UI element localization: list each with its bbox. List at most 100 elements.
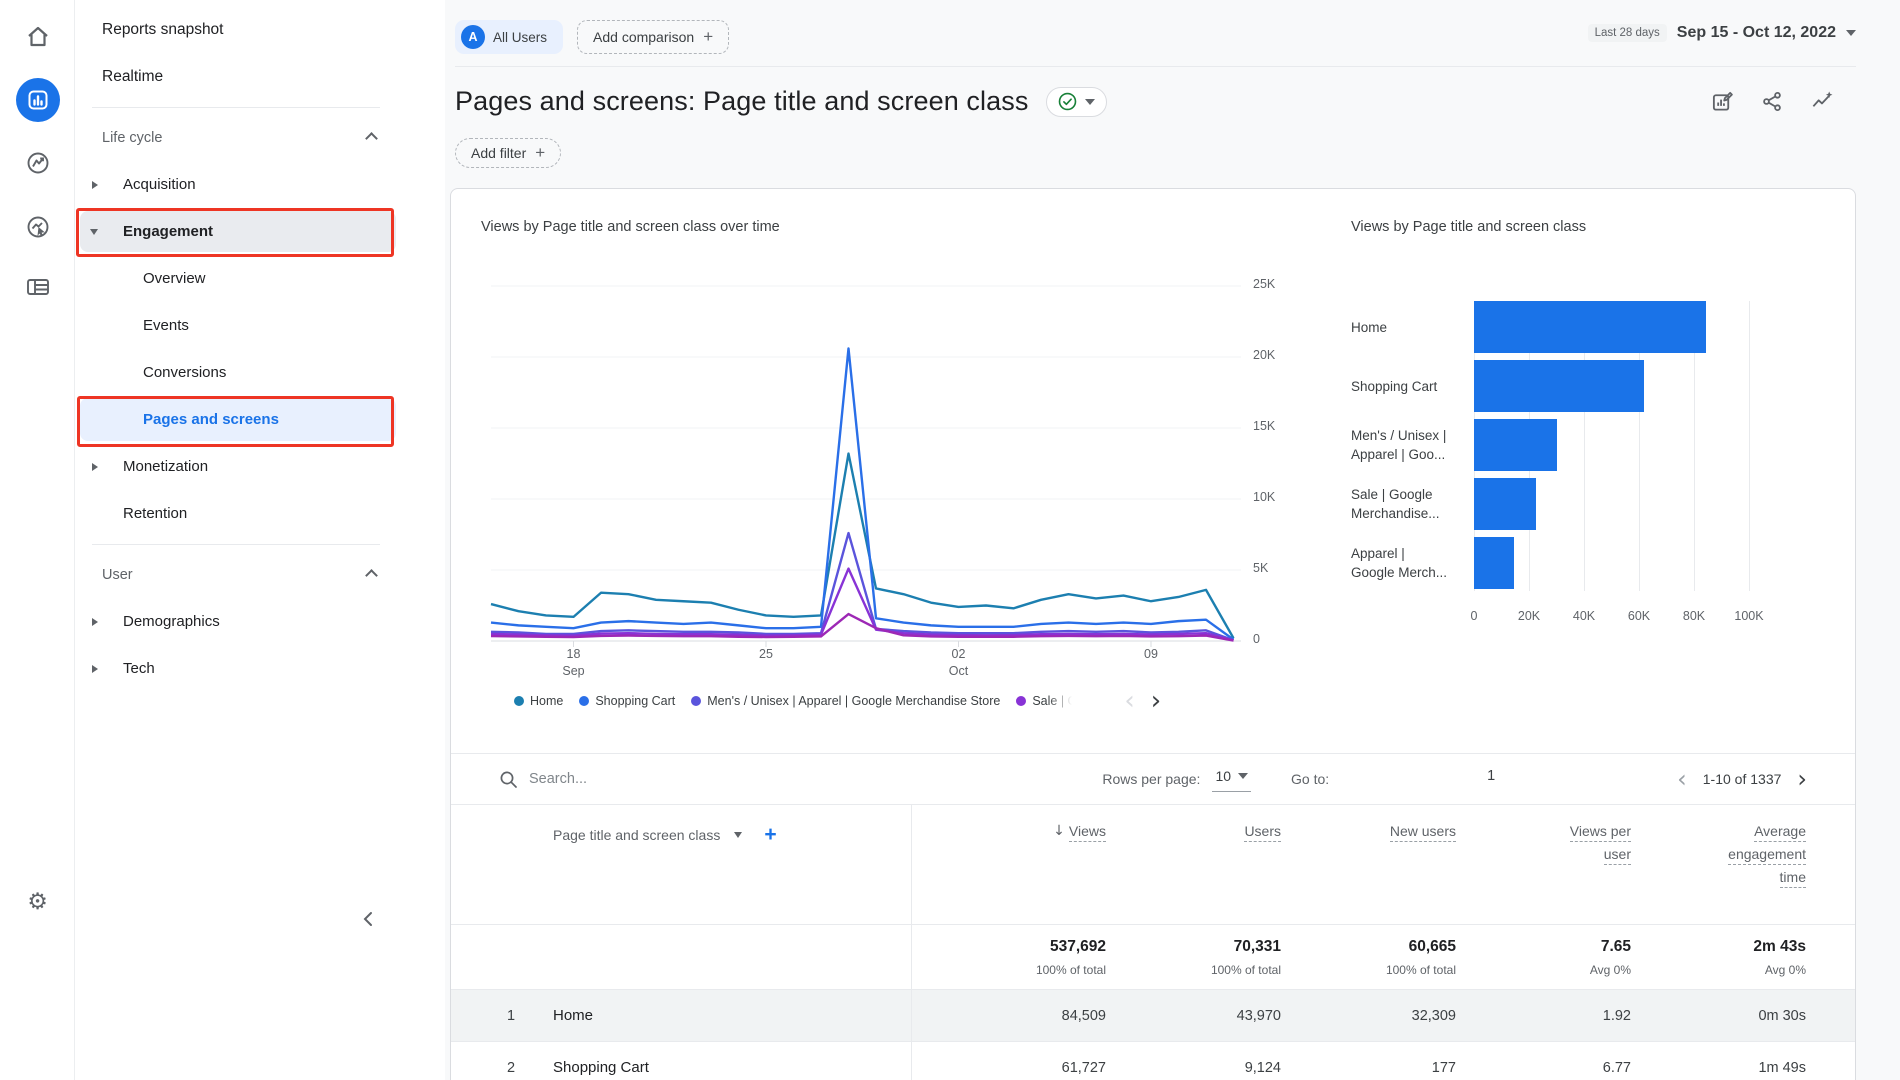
legend-item-sale-g: Sale | G: [1016, 694, 1072, 708]
dimension-header[interactable]: Page title and screen class+: [553, 823, 911, 847]
sidebar-item-label: Retention: [123, 505, 187, 522]
add-column-button[interactable]: +: [764, 823, 776, 847]
customize-report-icon[interactable]: [1711, 90, 1734, 113]
sidebar-item-tech[interactable]: Tech: [75, 645, 445, 692]
sidebar-item-reports-snapshot[interactable]: Reports snapshot: [75, 6, 445, 53]
x-axis-tick: 18Sep: [544, 646, 604, 680]
bar-x-axis-tick: 80K: [1672, 609, 1716, 623]
expand-right-icon: [92, 181, 98, 189]
row-name: Home: [553, 1007, 911, 1024]
home-icon[interactable]: [0, 24, 75, 50]
views-over-time-line-chart[interactable]: [471, 261, 1251, 661]
settings-gear-icon[interactable]: ⚙: [0, 889, 75, 915]
add-filter-button[interactable]: Add filter +: [455, 138, 561, 168]
line-series-men-s-unisex-apparel-google-merchandise-store: [491, 533, 1234, 640]
sidebar-item-engagement[interactable]: Engagement: [75, 208, 445, 255]
sidebar-item-pages-and-screens[interactable]: Pages and screens: [75, 396, 445, 443]
sidebar-item-label: Acquisition: [123, 176, 196, 193]
sidebar-item-label: Pages and screens: [143, 411, 279, 428]
all-users-segment-pill[interactable]: A All Users: [455, 20, 563, 54]
sidebar-item-overview[interactable]: Overview: [75, 255, 445, 302]
row-value: 32,309: [1281, 1008, 1456, 1024]
sidebar-item-label: Tech: [123, 660, 155, 677]
y-axis-tick: 15K: [1253, 419, 1303, 433]
insights-icon[interactable]: [1810, 90, 1834, 113]
explore-icon[interactable]: [0, 150, 75, 176]
bar-chart-title: Views by Page title and screen class: [1351, 219, 1586, 235]
totals-cell: 537,692100% of total: [911, 938, 1106, 977]
sidebar-item-label: Overview: [143, 270, 206, 287]
share-icon[interactable]: [1761, 90, 1783, 113]
bar-x-axis-tick: 0: [1452, 609, 1496, 623]
legend-label: Men's / Unisex | Apparel | Google Mercha…: [707, 694, 1000, 708]
chevron-up-icon[interactable]: [365, 569, 378, 582]
go-to-page-input[interactable]: [1341, 768, 1641, 790]
column-header-views-per-user[interactable]: Views peruser: [1456, 823, 1631, 869]
check-circle-icon: [1058, 92, 1077, 111]
previous-page-icon[interactable]: ‹: [1677, 771, 1687, 787]
line-series-item: [491, 614, 1234, 641]
row-value: 177: [1281, 1060, 1456, 1076]
line-chart-title: Views by Page title and screen class ove…: [481, 219, 780, 235]
column-header-new-users[interactable]: New users: [1281, 823, 1456, 846]
y-axis-tick: 0: [1253, 632, 1303, 646]
sidebar-item-conversions[interactable]: Conversions: [75, 349, 445, 396]
sidebar-item-label: Reports snapshot: [102, 21, 224, 39]
table-search-input[interactable]: [529, 771, 829, 787]
row-value: 0m 30s: [1631, 1008, 1806, 1024]
collapse-nav-button[interactable]: [353, 904, 383, 934]
column-header-users[interactable]: Users: [1106, 823, 1281, 846]
legend-next-icon[interactable]: ›: [1151, 692, 1161, 710]
sidebar-item-label: Engagement: [123, 223, 213, 240]
ga4-app: ⚙ Reports snapshot Realtime Life cycle Acqu…: [0, 0, 1900, 1080]
column-header-views[interactable]: ↓Views: [911, 823, 1106, 846]
comparison-bar: A All Users Add comparison +: [455, 20, 729, 54]
sidebar-item-user[interactable]: User: [75, 551, 445, 598]
row-value: 84,509: [911, 1008, 1106, 1024]
date-range-selector[interactable]: Last 28 days Sep 15 - Oct 12, 2022: [1588, 24, 1856, 42]
sidebar-item-monetization[interactable]: Monetization: [75, 443, 445, 490]
filter-bar: Add filter +: [455, 138, 561, 168]
sidebar-item-events[interactable]: Events: [75, 302, 445, 349]
page-title: Pages and screens: Page title and screen…: [455, 86, 1028, 117]
sidebar-item-life-cycle[interactable]: Life cycle: [75, 114, 445, 161]
bar-chart-plot[interactable]: [1474, 301, 1750, 591]
row-index: 2: [451, 1060, 553, 1076]
bar-category-label: Apparel |Google Merch...: [1351, 537, 1467, 589]
sidebar-item-demographics[interactable]: Demographics: [75, 598, 445, 645]
bar-sale-google: [1474, 478, 1536, 530]
table-row: 1Home84,50943,97032,3091.920m 30s: [451, 989, 1855, 1041]
bar-category-label: Sale | GoogleMerchandise...: [1351, 478, 1467, 530]
app-icon-rail: ⚙: [0, 0, 75, 1080]
sidebar-item-label: Events: [143, 317, 189, 334]
sidebar-divider: [75, 100, 445, 114]
legend-dot: [514, 696, 524, 706]
sidebar-item-retention[interactable]: Retention: [75, 490, 445, 537]
library-icon[interactable]: [0, 276, 75, 298]
sidebar-item-label: Realtime: [102, 68, 163, 86]
data-quality-dropdown[interactable]: [1046, 87, 1107, 117]
column-header-average-engagement-time[interactable]: Averageengagementtime: [1631, 823, 1806, 892]
add-filter-label: Add filter: [471, 145, 526, 161]
bar-chart-categories: HomeShopping CartMen's / Unisex |Apparel…: [1351, 301, 1467, 596]
x-axis-tick: 02Oct: [929, 646, 989, 680]
legend-item-shopping-cart: Shopping Cart: [579, 694, 675, 708]
reports-icon[interactable]: [0, 78, 75, 122]
row-name: Shopping Cart: [553, 1059, 911, 1076]
totals-cell: 70,331100% of total: [1106, 938, 1281, 977]
table-header-row: Page title and screen class+↓ViewsUsersN…: [451, 805, 1855, 924]
bar-shopping-cart: [1474, 360, 1644, 412]
row-value: 9,124: [1106, 1060, 1281, 1076]
header-divider: [455, 66, 1856, 67]
go-to-label: Go to:: [1291, 771, 1329, 787]
sidebar-item-realtime[interactable]: Realtime: [75, 53, 445, 100]
legend-previous-icon[interactable]: ‹: [1124, 692, 1134, 710]
add-comparison-button[interactable]: Add comparison +: [577, 20, 729, 54]
row-value: 6.77: [1456, 1060, 1631, 1076]
chevron-up-icon[interactable]: [365, 132, 378, 145]
advertising-icon[interactable]: [0, 214, 75, 240]
caret-down-icon: [734, 832, 742, 838]
rows-per-page-select[interactable]: 10: [1212, 766, 1251, 792]
sidebar-item-acquisition[interactable]: Acquisition: [75, 161, 445, 208]
next-page-icon[interactable]: ›: [1797, 771, 1807, 787]
